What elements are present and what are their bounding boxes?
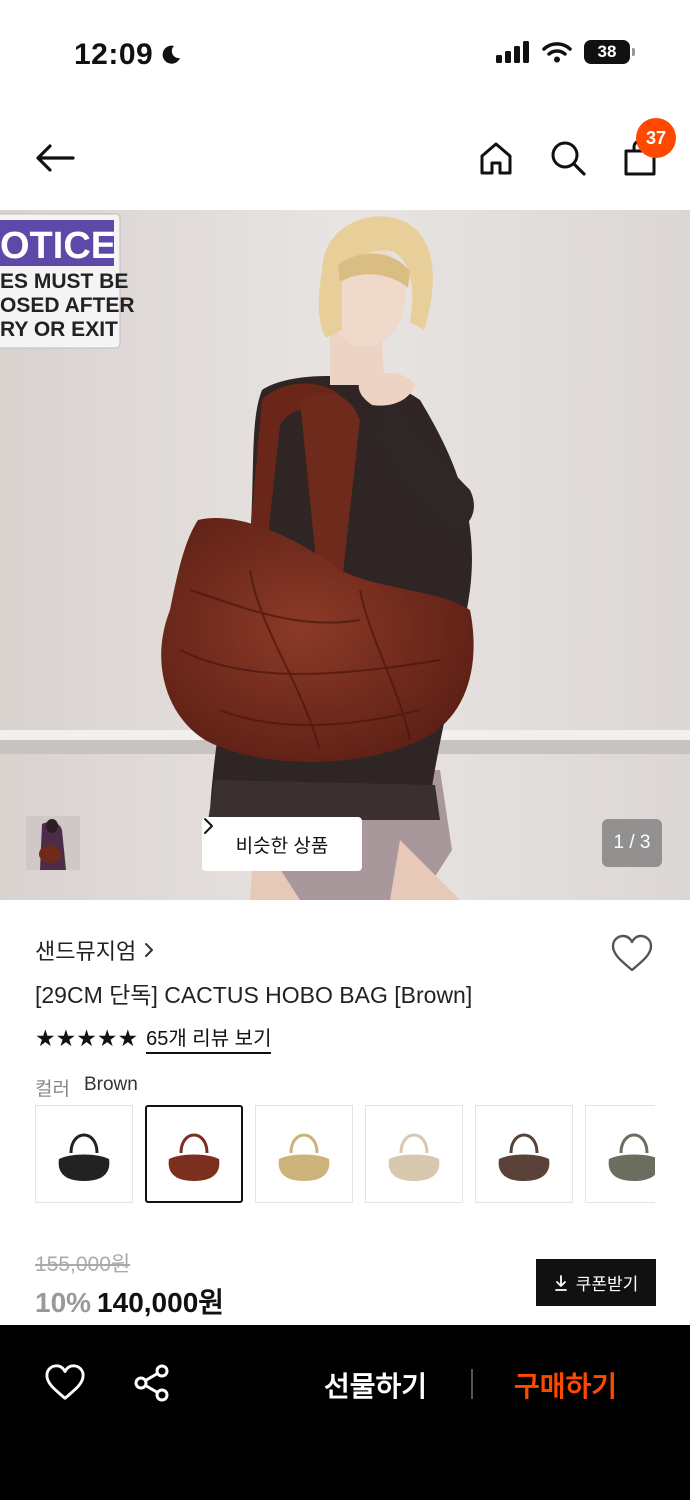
- discount-rate: 10%: [35, 1287, 92, 1318]
- buy-button[interactable]: 구매하기: [514, 1365, 617, 1405]
- rating-stars: ★★★★★: [35, 1024, 139, 1051]
- notice-sign: OTICE ES MUST BE OSED AFTER RY OR EXIT: [0, 213, 135, 349]
- bottom-wishlist-button[interactable]: [44, 1363, 86, 1403]
- heart-icon: [45, 1364, 85, 1400]
- gift-button[interactable]: 선물하기: [324, 1365, 427, 1405]
- heart-icon: [611, 934, 653, 972]
- download-icon: [554, 1274, 567, 1291]
- bag-thumbnail: [168, 1133, 220, 1181]
- sale-price: 140,000원: [97, 1287, 225, 1318]
- thumbnail-2[interactable]: [26, 816, 140, 870]
- original-price: 155,000원: [35, 1253, 131, 1276]
- product-photo: OTICE ES MUST BE OSED AFTER RY OR EXIT: [0, 210, 690, 900]
- color-swatch-dark-brown[interactable]: [475, 1105, 573, 1203]
- bottom-action-bar: 선물하기 구매하기: [0, 1325, 690, 1500]
- color-swatch-khaki[interactable]: [585, 1105, 655, 1203]
- price-row: 10% 140,000원: [35, 1281, 224, 1321]
- thumbnail-3[interactable]: [26, 816, 200, 870]
- color-swatch-ivory[interactable]: [365, 1105, 463, 1203]
- moon-icon: [162, 45, 181, 64]
- product-title: [29CM 단독] CACTUS HOBO BAG [Brown]: [35, 982, 473, 1008]
- wishlist-button[interactable]: [610, 934, 654, 974]
- product-image-gallery[interactable]: OTICE ES MUST BE OSED AFTER RY OR EXIT 비…: [0, 210, 690, 900]
- battery-level: 38: [597, 42, 617, 61]
- coupon-label: 쿠폰받기: [575, 1275, 639, 1294]
- color-swatch-black[interactable]: [35, 1105, 133, 1203]
- brand-link[interactable]: 샌드뮤지엄: [35, 934, 154, 966]
- bag-thumbnail: [498, 1133, 550, 1181]
- bag-thumbnail: [608, 1133, 655, 1181]
- color-option-header: 컬러 Brown: [35, 1074, 138, 1101]
- selected-color-value: Brown: [83, 1074, 138, 1095]
- cart-count: 37: [645, 127, 667, 148]
- home-button[interactable]: [474, 136, 518, 180]
- sign-line-2: ES MUST BE: [0, 270, 128, 293]
- brand-name: 샌드뮤지엄: [35, 939, 137, 964]
- search-icon: [551, 141, 586, 176]
- status-bar: 12:09 38: [0, 0, 690, 110]
- sign-line-4: RY OR EXIT: [0, 318, 118, 341]
- back-button[interactable]: [30, 136, 80, 180]
- battery-icon: 38: [584, 40, 635, 64]
- color-swatch-brown[interactable]: [145, 1105, 243, 1203]
- page-counter-text: 1 / 3: [613, 832, 651, 853]
- chevron-right-icon: [145, 943, 154, 957]
- signal-icon: [496, 41, 529, 63]
- top-navigation: [0, 110, 690, 210]
- share-button[interactable]: [132, 1363, 174, 1403]
- sign-line-1: OTICE: [0, 225, 116, 267]
- cart-count-badge: 37: [636, 118, 676, 158]
- bag-thumbnail: [278, 1133, 330, 1181]
- sign-line-3: OSED AFTER: [0, 294, 135, 317]
- similar-products-label: 비슷한 상품: [235, 835, 329, 857]
- thumbnail-strip: [26, 816, 200, 870]
- similar-products-button[interactable]: 비슷한 상품: [202, 817, 362, 871]
- search-button[interactable]: [546, 136, 590, 180]
- image-page-counter: 1 / 3: [602, 819, 662, 867]
- bag-thumbnail: [388, 1133, 440, 1181]
- status-time: 12:09: [74, 38, 183, 72]
- color-label: 컬러: [35, 1079, 70, 1100]
- status-time-text: 12:09: [74, 38, 154, 71]
- bag-thumbnail: [58, 1133, 110, 1181]
- share-icon: [134, 1364, 169, 1402]
- wifi-icon: [542, 42, 572, 63]
- color-swatch-list: [35, 1105, 655, 1205]
- chevron-right-icon: [204, 818, 213, 834]
- home-icon: [480, 142, 512, 175]
- status-indicators: 38: [496, 40, 635, 64]
- color-swatch-beige[interactable]: [255, 1105, 353, 1203]
- bottom-bar-divider: [471, 1369, 473, 1399]
- reviews-link[interactable]: 65개 리뷰 보기: [146, 1022, 272, 1054]
- coupon-download-button[interactable]: 쿠폰받기: [536, 1259, 656, 1306]
- rating-row: ★★★★★ 65개 리뷰 보기: [35, 1022, 272, 1054]
- arrow-left-icon: [36, 144, 75, 172]
